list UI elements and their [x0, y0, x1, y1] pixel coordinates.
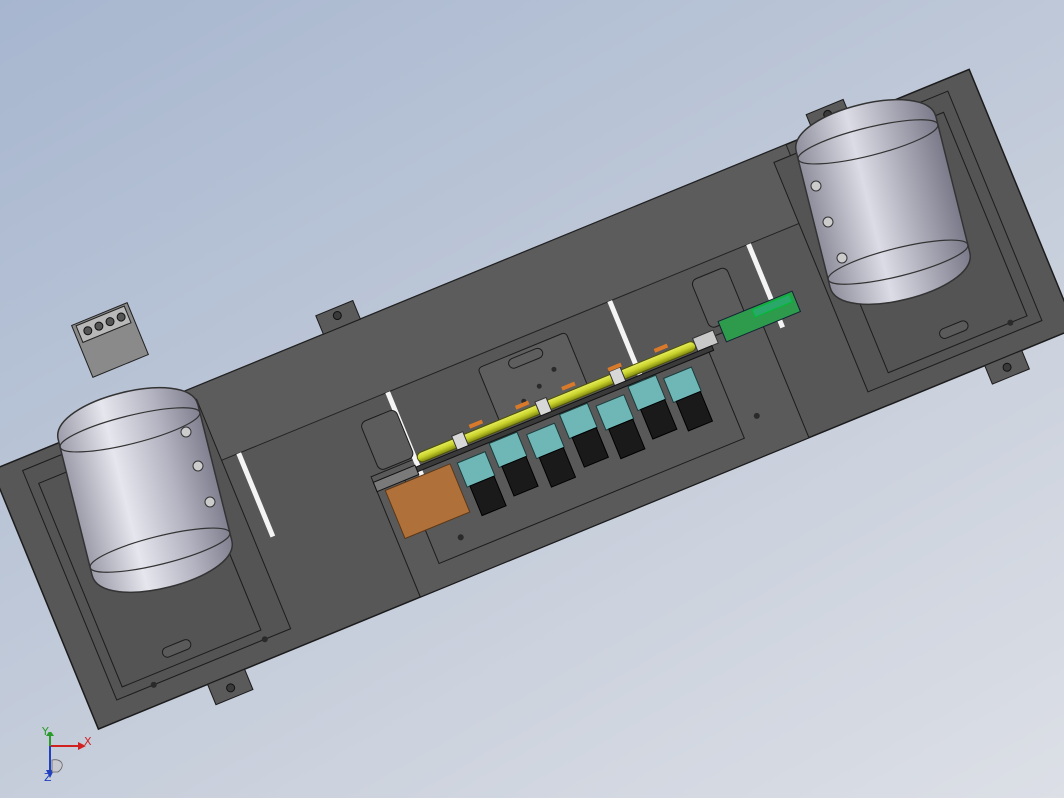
tank-fitting	[180, 426, 192, 438]
tank-fitting	[204, 496, 216, 508]
tank-fitting	[822, 216, 834, 228]
triad-x-label: X	[84, 735, 92, 748]
tank-fitting	[810, 180, 822, 192]
triad-z-label: Z	[44, 771, 52, 784]
cad-viewport[interactable]: X Y Z	[0, 0, 1064, 798]
tank-fitting	[836, 252, 848, 264]
assembly-model[interactable]	[0, 0, 1064, 798]
terminal-block	[70, 302, 150, 378]
orientation-triad[interactable]: X Y Z	[40, 726, 100, 788]
tank-fitting	[192, 460, 204, 472]
triad-y-label: Y	[42, 725, 49, 738]
